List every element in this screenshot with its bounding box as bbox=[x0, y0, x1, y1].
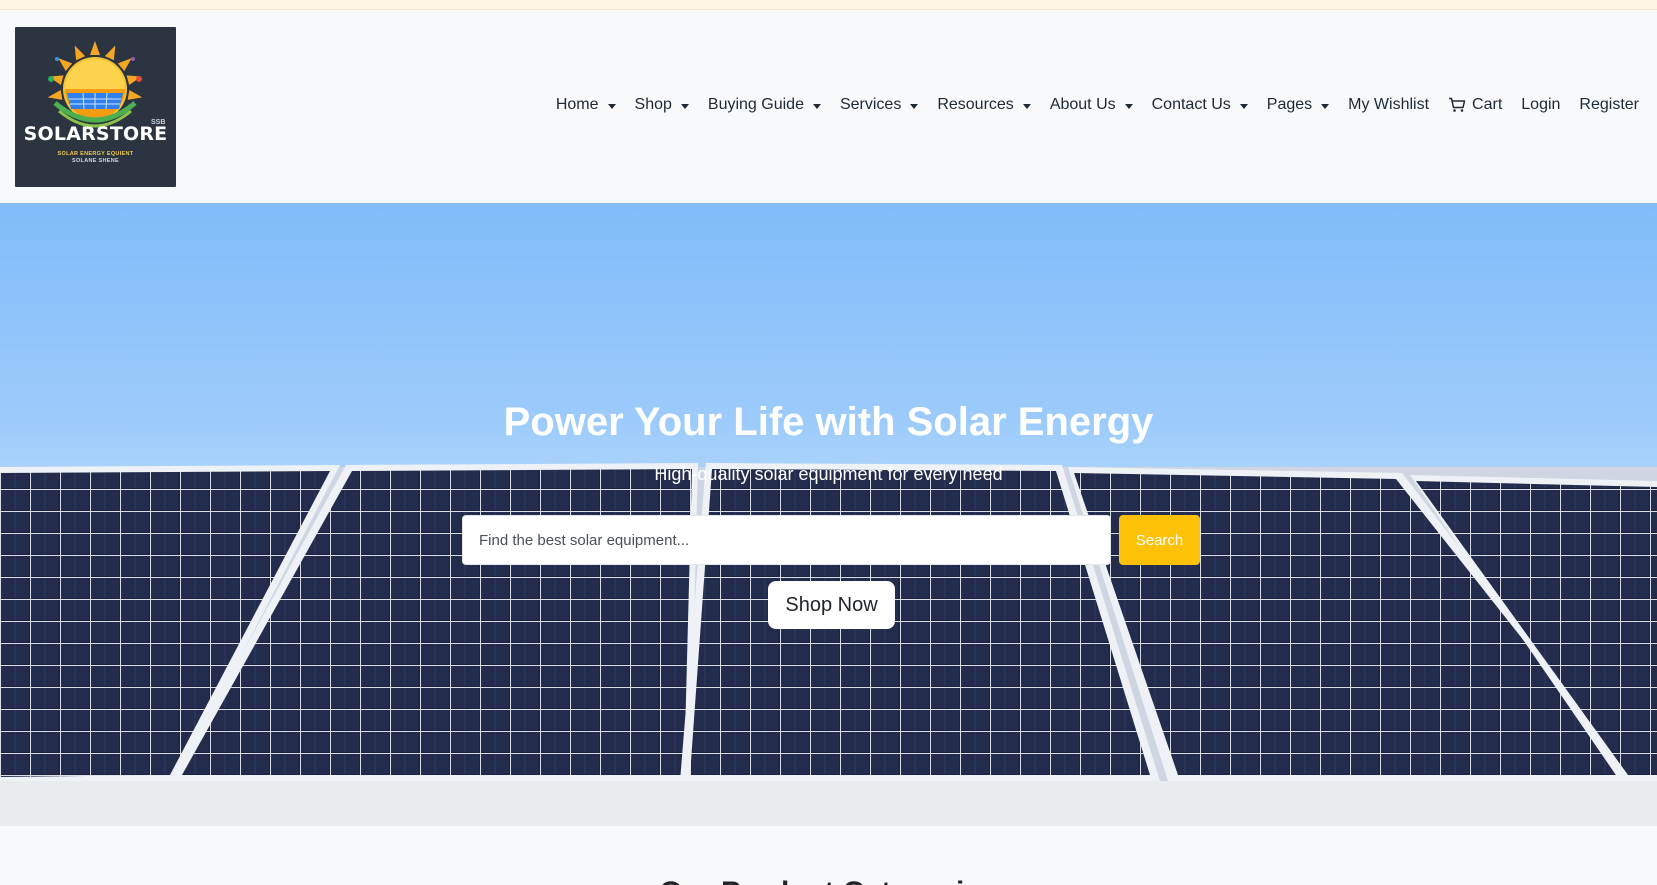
search-button[interactable]: Search bbox=[1119, 515, 1200, 565]
top-strip bbox=[0, 0, 1657, 10]
chevron-down-icon bbox=[812, 103, 821, 109]
hero-banner: Power Your Life with Solar Energy High-q… bbox=[0, 203, 1657, 826]
nav-login[interactable]: Login bbox=[1521, 96, 1560, 114]
section-title: Our Product Categories bbox=[0, 876, 1657, 885]
chevron-down-icon bbox=[1239, 103, 1248, 109]
categories-section: Our Product Categories bbox=[0, 826, 1657, 885]
shop-now-button[interactable]: Shop Now bbox=[768, 581, 895, 629]
brand-line-2: SOLANE SHENE bbox=[72, 158, 119, 164]
nav-resources[interactable]: Resources bbox=[937, 96, 1031, 114]
brand-line-1: SOLAR ENERGY EQUIENT bbox=[57, 151, 134, 157]
brand-name: SOLARSTORE bbox=[23, 123, 168, 145]
nav-cart[interactable]: Cart bbox=[1448, 96, 1502, 114]
nav-pages[interactable]: Pages bbox=[1267, 96, 1330, 114]
cart-icon bbox=[1449, 97, 1466, 112]
nav-register[interactable]: Register bbox=[1579, 96, 1639, 114]
main-nav: Home Shop Buying Guide Services Resource… bbox=[537, 96, 1639, 114]
nav-contact[interactable]: Contact Us bbox=[1152, 96, 1248, 114]
brand-logo[interactable]: SSB SOLARSTORE SOLAR ENERGY EQUIENT SOLA… bbox=[15, 27, 176, 187]
nav-shop[interactable]: Shop bbox=[635, 96, 689, 114]
navbar: SSB SOLARSTORE SOLAR ENERGY EQUIENT SOLA… bbox=[0, 10, 1657, 203]
hero-subtitle: High-quality solar equipment for every n… bbox=[654, 464, 1003, 484]
chevron-down-icon bbox=[1022, 103, 1031, 109]
hero-title: Power Your Life with Solar Energy bbox=[503, 400, 1154, 444]
nav-buying-guide[interactable]: Buying Guide bbox=[708, 96, 821, 114]
chevron-down-icon bbox=[680, 103, 689, 109]
nav-about[interactable]: About Us bbox=[1050, 96, 1133, 114]
chevron-down-icon bbox=[1124, 103, 1133, 109]
chevron-down-icon bbox=[1321, 103, 1330, 109]
chevron-down-icon bbox=[607, 103, 616, 109]
nav-services[interactable]: Services bbox=[840, 96, 919, 114]
nav-wishlist[interactable]: My Wishlist bbox=[1348, 96, 1429, 114]
search-input[interactable] bbox=[462, 515, 1111, 565]
nav-home[interactable]: Home bbox=[556, 96, 616, 114]
chevron-down-icon bbox=[910, 103, 919, 109]
